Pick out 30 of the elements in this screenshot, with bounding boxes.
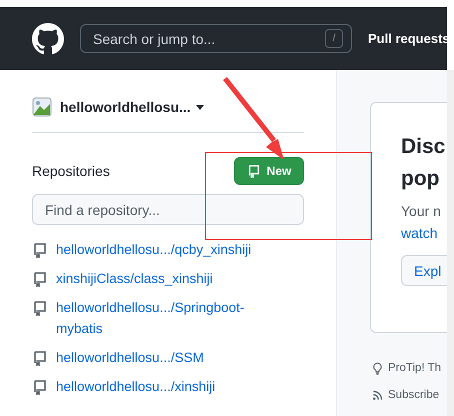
nav-link[interactable]: Pull requests (368, 30, 450, 46)
tip-text: Subscribe (388, 389, 440, 401)
broken-image-icon (32, 97, 52, 117)
new-button[interactable]: New (234, 157, 304, 185)
shortcut-key: / (325, 29, 343, 48)
lightbulb-icon (371, 362, 384, 374)
repo-link[interactable]: xinshijiClass/class_xinshiji (56, 268, 213, 289)
repo-icon (32, 300, 48, 316)
repo-link[interactable]: helloworldhellosu.../Springboot-mybatis (56, 297, 276, 339)
scrollbar[interactable] (447, 70, 454, 416)
caret-icon[interactable] (196, 104, 204, 110)
rss-icon (371, 388, 384, 402)
card-text: Your n (401, 202, 442, 221)
repo-link[interactable]: helloworldhellosu.../SSM (56, 347, 204, 368)
repo-link[interactable]: helloworldhellosu.../xinshiji (56, 376, 216, 397)
repo-icon (32, 271, 48, 287)
repo-icon (246, 164, 261, 178)
repo-icon (32, 350, 48, 366)
repo-icon (32, 379, 48, 395)
explore-button[interactable]: Expl (401, 255, 447, 286)
filter-field[interactable]: Find a repository... (32, 194, 304, 225)
cat-logo-icon[interactable] (32, 22, 64, 54)
link[interactable]: watch (401, 222, 447, 244)
card-heading: Disc (401, 134, 446, 160)
card-heading: pop (401, 166, 440, 192)
account-switcher[interactable]: helloworldhellosu... (60, 99, 191, 115)
tip-text: ProTip! Th (388, 362, 442, 374)
section-title: Repositories (32, 163, 110, 179)
repo-icon (32, 242, 48, 258)
repo-link[interactable]: helloworldhellosu.../qcby_xinshiji (56, 239, 252, 260)
